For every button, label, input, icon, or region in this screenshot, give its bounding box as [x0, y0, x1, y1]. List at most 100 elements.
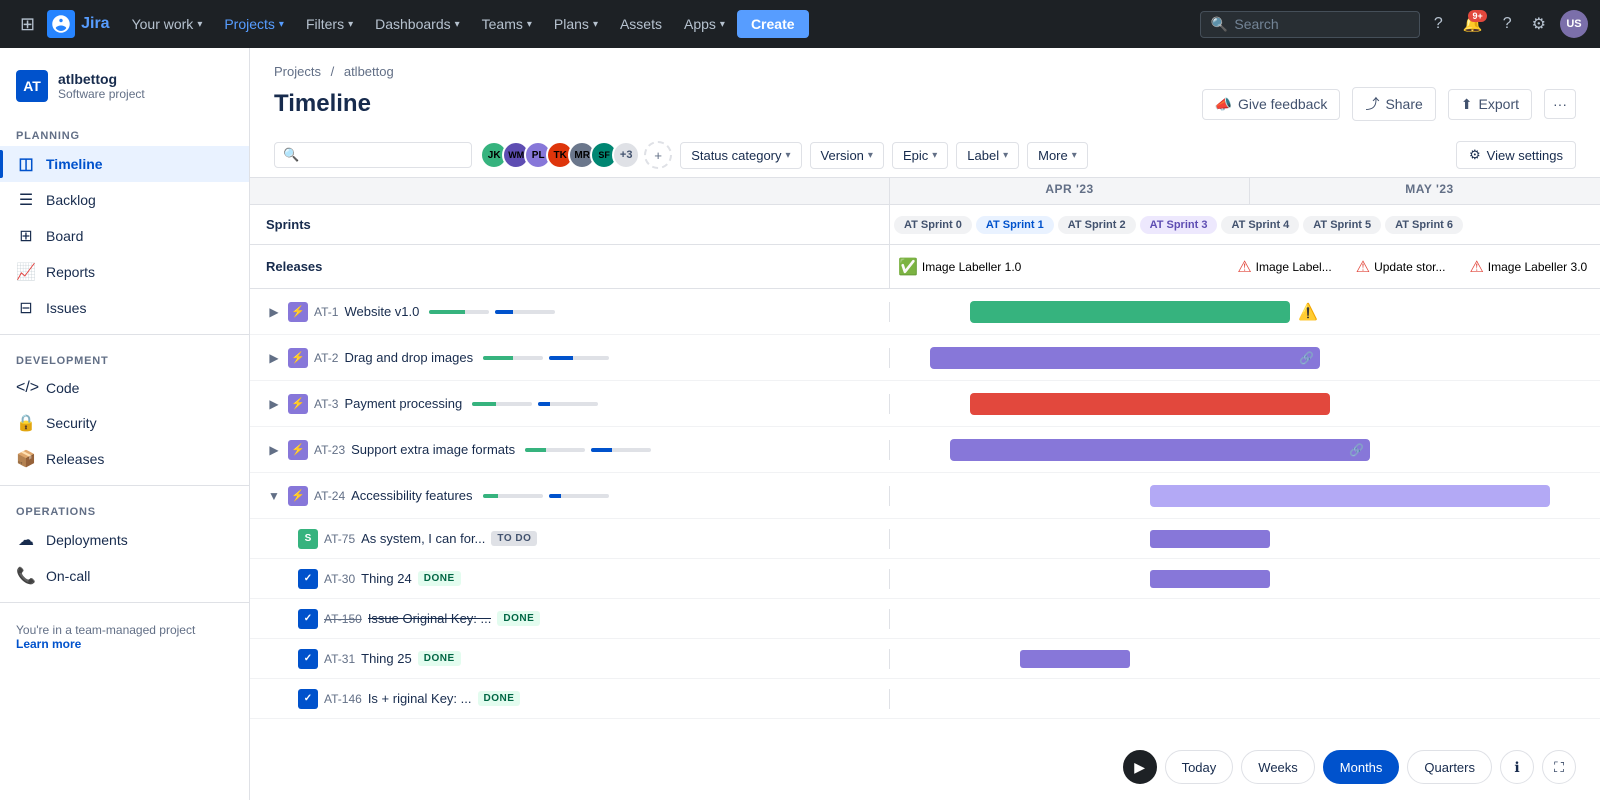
task-name[interactable]: Accessibility features	[351, 488, 472, 503]
quarters-button[interactable]: Quarters	[1407, 750, 1492, 784]
sidebar-item-oncall[interactable]: 📞 On-call	[0, 558, 249, 594]
sidebar-footer-link[interactable]: Learn more	[16, 637, 81, 651]
sidebar-item-timeline[interactable]: ◫ Timeline	[0, 146, 249, 182]
task-name[interactable]: Is + riginal Key: ...	[368, 691, 472, 706]
sprint-chip-1[interactable]: AT Sprint 1	[976, 216, 1054, 234]
gantt-bar-at31[interactable]	[1020, 650, 1130, 668]
more-options-button[interactable]: ···	[1544, 89, 1576, 119]
play-button[interactable]: ▶	[1123, 750, 1157, 784]
nav-apps[interactable]: Apps ▾	[674, 10, 735, 38]
collapse-icon[interactable]: ▼	[266, 489, 282, 503]
notifications-icon[interactable]: 🔔 9+	[1457, 8, 1489, 40]
sprint-chip-4[interactable]: AT Sprint 4	[1221, 216, 1299, 234]
sprint-chip-5[interactable]: AT Sprint 5	[1303, 216, 1381, 234]
today-button[interactable]: Today	[1165, 750, 1234, 784]
task-name[interactable]: Website v1.0	[344, 304, 419, 319]
progress-fill-2	[495, 310, 513, 314]
share-button[interactable]: ⤴ Share	[1352, 87, 1435, 121]
weeks-button[interactable]: Weeks	[1241, 750, 1315, 784]
sprint-chip-2[interactable]: AT Sprint 2	[1058, 216, 1136, 234]
gantt-bar-at24[interactable]	[1150, 485, 1550, 507]
sidebar-item-timeline-label: Timeline	[46, 156, 103, 172]
add-person-button[interactable]: +	[644, 141, 672, 169]
breadcrumb-project-name[interactable]: atlbettog	[344, 64, 394, 79]
user-avatar[interactable]: US	[1560, 10, 1588, 38]
grid-icon[interactable]: ⊞	[12, 6, 43, 43]
task-name[interactable]: Thing 25	[361, 651, 412, 666]
task-name[interactable]: Support extra image formats	[351, 442, 515, 457]
months-button[interactable]: Months	[1323, 750, 1400, 784]
sidebar-item-reports[interactable]: 📈 Reports	[0, 254, 249, 290]
timeline-search[interactable]: 🔍	[274, 142, 472, 168]
gantt-bar-at1[interactable]	[970, 301, 1290, 323]
give-feedback-button[interactable]: 📣 Give feedback	[1202, 89, 1341, 120]
release-4[interactable]: ⚠ Image Labeller 3.0	[1469, 257, 1587, 277]
task-name[interactable]: Thing 24	[361, 571, 412, 586]
export-button[interactable]: ⬆ Export	[1448, 89, 1532, 120]
breadcrumb-projects[interactable]: Projects	[274, 64, 321, 79]
help-icon[interactable]: ?	[1497, 9, 1518, 39]
task-name[interactable]: Drag and drop images	[344, 350, 473, 365]
timeline-toolbar: 🔍 JK WM PL TK MR SF +3 + Status category…	[250, 133, 1600, 178]
nav-your-work[interactable]: Your work ▾	[122, 10, 213, 38]
sidebar-item-deployments[interactable]: ☁ Deployments	[0, 522, 249, 558]
share-label: Share	[1385, 96, 1422, 112]
settings-icon[interactable]: ⚙	[1526, 8, 1552, 40]
sidebar-item-releases[interactable]: 📦 Releases	[0, 441, 249, 477]
version-filter[interactable]: Version ▾	[810, 142, 884, 169]
expand-icon[interactable]: ▶	[266, 443, 282, 457]
create-button[interactable]: Create	[737, 10, 809, 38]
task-left-at1: ▶ ⚡ AT-1 Website v1.0	[250, 302, 890, 322]
gantt-bar-at30[interactable]	[1150, 570, 1270, 588]
more-filter[interactable]: More ▾	[1027, 142, 1088, 169]
label-filter[interactable]: Label ▾	[956, 142, 1019, 169]
nav-dashboards[interactable]: Dashboards ▾	[365, 10, 470, 38]
sidebar-item-backlog[interactable]: ☰ Backlog	[0, 182, 249, 218]
status-category-filter[interactable]: Status category ▾	[680, 142, 801, 169]
logo[interactable]: Jira	[47, 10, 109, 38]
task-name[interactable]: As system, I can for...	[361, 531, 485, 546]
gantt-bar-at2[interactable]: 🔗	[930, 347, 1320, 369]
nav-filters[interactable]: Filters ▾	[296, 10, 363, 38]
sidebar-item-issues[interactable]: ⊟ Issues	[0, 290, 249, 326]
info-icon[interactable]: ℹ	[1500, 750, 1534, 784]
gantt-bar-at75[interactable]	[1150, 530, 1270, 548]
sprint-chip-0[interactable]: AT Sprint 0	[894, 216, 972, 234]
sidebar-item-board[interactable]: ⊞ Board	[0, 218, 249, 254]
search-input[interactable]	[1234, 16, 1409, 32]
search-box[interactable]: 🔍	[1200, 11, 1420, 38]
expand-icon[interactable]: ▶	[266, 305, 282, 319]
sub-task-left-at75: S AT-75 As system, I can for... TO DO	[250, 529, 890, 549]
sprint-chip-3[interactable]: AT Sprint 3	[1140, 216, 1218, 234]
nav-assets[interactable]: Assets	[610, 10, 672, 38]
task-name[interactable]: Issue Original Key: ...	[368, 611, 492, 626]
task-progress	[472, 402, 598, 406]
nav-projects[interactable]: Projects ▾	[214, 10, 294, 38]
timeline-bottom-controls: ▶ Today Weeks Months Quarters ℹ ⛶	[1123, 750, 1576, 784]
nav-teams[interactable]: Teams ▾	[472, 10, 542, 38]
fullscreen-icon[interactable]: ⛶	[1542, 750, 1576, 784]
view-settings-button[interactable]: ⚙ View settings	[1456, 141, 1576, 169]
expand-icon[interactable]: ▶	[266, 397, 282, 411]
sidebar-item-code[interactable]: </> Code	[0, 371, 249, 405]
sidebar-item-security[interactable]: 🔒 Security	[0, 405, 249, 441]
release-2[interactable]: ⚠ Image Label...	[1237, 257, 1331, 277]
timeline-search-input[interactable]	[303, 148, 463, 163]
epic-filter[interactable]: Epic ▾	[892, 142, 948, 169]
expand-icon[interactable]: ▶	[266, 351, 282, 365]
gantt-bar-at3[interactable]	[970, 393, 1330, 415]
reports-icon: 📈	[16, 262, 36, 282]
sprint-chip-6[interactable]: AT Sprint 6	[1385, 216, 1463, 234]
task-name[interactable]: Payment processing	[344, 396, 462, 411]
avatar-count[interactable]: +3	[612, 141, 640, 169]
help-circle-icon[interactable]: ?	[1428, 9, 1449, 39]
progress-bar-2	[495, 310, 555, 314]
check-circle-icon: ✅	[898, 257, 918, 277]
sidebar-item-oncall-label: On-call	[46, 568, 90, 584]
release-1[interactable]: ✅ Image Labeller 1.0	[898, 257, 1021, 277]
nav-plans[interactable]: Plans ▾	[544, 10, 608, 38]
task-right-at24	[890, 473, 1600, 518]
gantt-bar-at23[interactable]: 🔗	[950, 439, 1370, 461]
release-3[interactable]: ⚠ Update stor...	[1356, 257, 1446, 277]
story-icon: S	[298, 529, 318, 549]
